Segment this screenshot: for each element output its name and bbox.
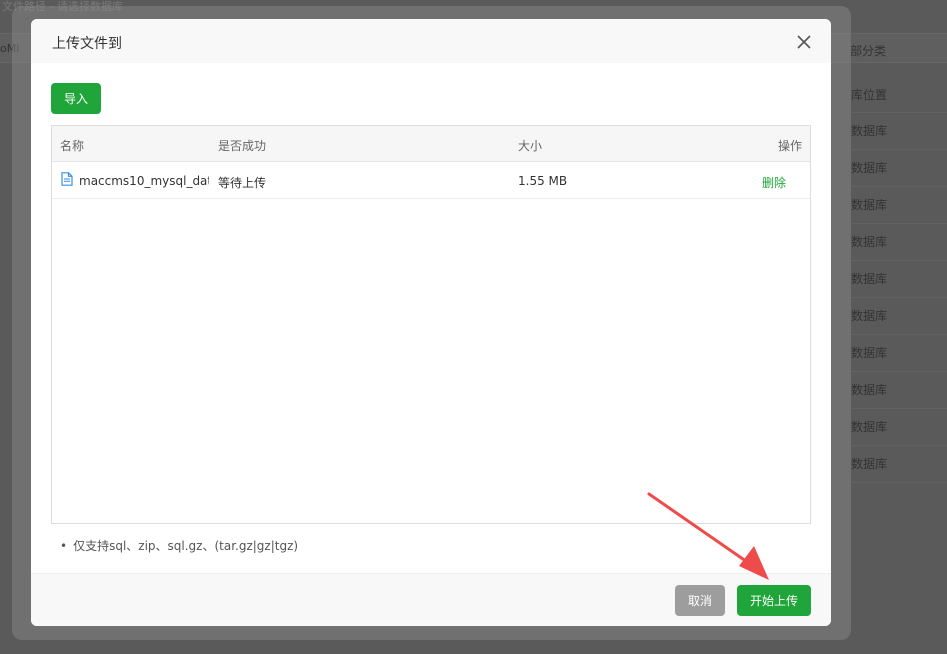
- background-row: 数据库: [851, 372, 947, 409]
- import-button[interactable]: 导入: [51, 83, 101, 114]
- note-text: 仅支持sql、zip、sql.gz、(tar.gz|gz|tgz): [73, 539, 299, 553]
- dialog-title: 上传文件到: [52, 36, 122, 52]
- column-header-size: 大小: [518, 139, 543, 153]
- background-row: 数据库: [851, 335, 947, 372]
- bullet-icon: •: [60, 539, 68, 553]
- column-header-status: 是否成功: [218, 139, 267, 153]
- supported-formats-note: • 仅支持sql、zip、sql.gz、(tar.gz|gz|tgz): [60, 537, 298, 554]
- column-header-action: 操作: [778, 139, 803, 153]
- close-icon[interactable]: [793, 31, 815, 53]
- dialog-footer: 取消 开始上传: [31, 573, 831, 626]
- background-header-right: 部分类: [850, 44, 887, 58]
- background-rows: 库位置 数据库 数据库 数据库 数据库 数据库 数据库 数据库 数据库 数据库 …: [851, 77, 947, 483]
- delete-link[interactable]: 删除: [762, 174, 786, 191]
- table-row: maccms10_mysql_data 等待上传 1.55 MB 删除: [52, 162, 810, 199]
- background-row: 库位置: [851, 77, 947, 113]
- dialog-body: 导入 名称 是否成功 大小 操作 maccms10_mysql_data 等待上…: [31, 63, 831, 573]
- file-name: maccms10_mysql_data: [79, 174, 209, 188]
- background-row: 数据库: [851, 150, 947, 187]
- start-upload-button[interactable]: 开始上传: [737, 585, 811, 616]
- cancel-button[interactable]: 取消: [675, 585, 725, 616]
- column-header-name: 名称: [60, 139, 85, 153]
- dialog-header: 上传文件到: [31, 19, 831, 63]
- file-icon: [61, 172, 73, 186]
- background-row: 数据库: [851, 446, 947, 483]
- background-row: 数据库: [851, 409, 947, 446]
- upload-status: 等待上传: [218, 176, 267, 190]
- upload-file-table: 名称 是否成功 大小 操作 maccms10_mysql_data 等待上传 1…: [51, 125, 811, 524]
- background-row: 数据库: [851, 261, 947, 298]
- upload-dialog: 上传文件到 导入 名称 是否成功 大小 操作 maccms10_mysql_da…: [31, 19, 831, 626]
- background-row: 数据库: [851, 113, 947, 150]
- background-row: 数据库: [851, 298, 947, 335]
- file-size: 1.55 MB: [518, 174, 568, 188]
- table-header: 名称 是否成功 大小 操作: [52, 126, 810, 162]
- background-row: 数据库: [851, 224, 947, 261]
- background-row: 数据库: [851, 187, 947, 224]
